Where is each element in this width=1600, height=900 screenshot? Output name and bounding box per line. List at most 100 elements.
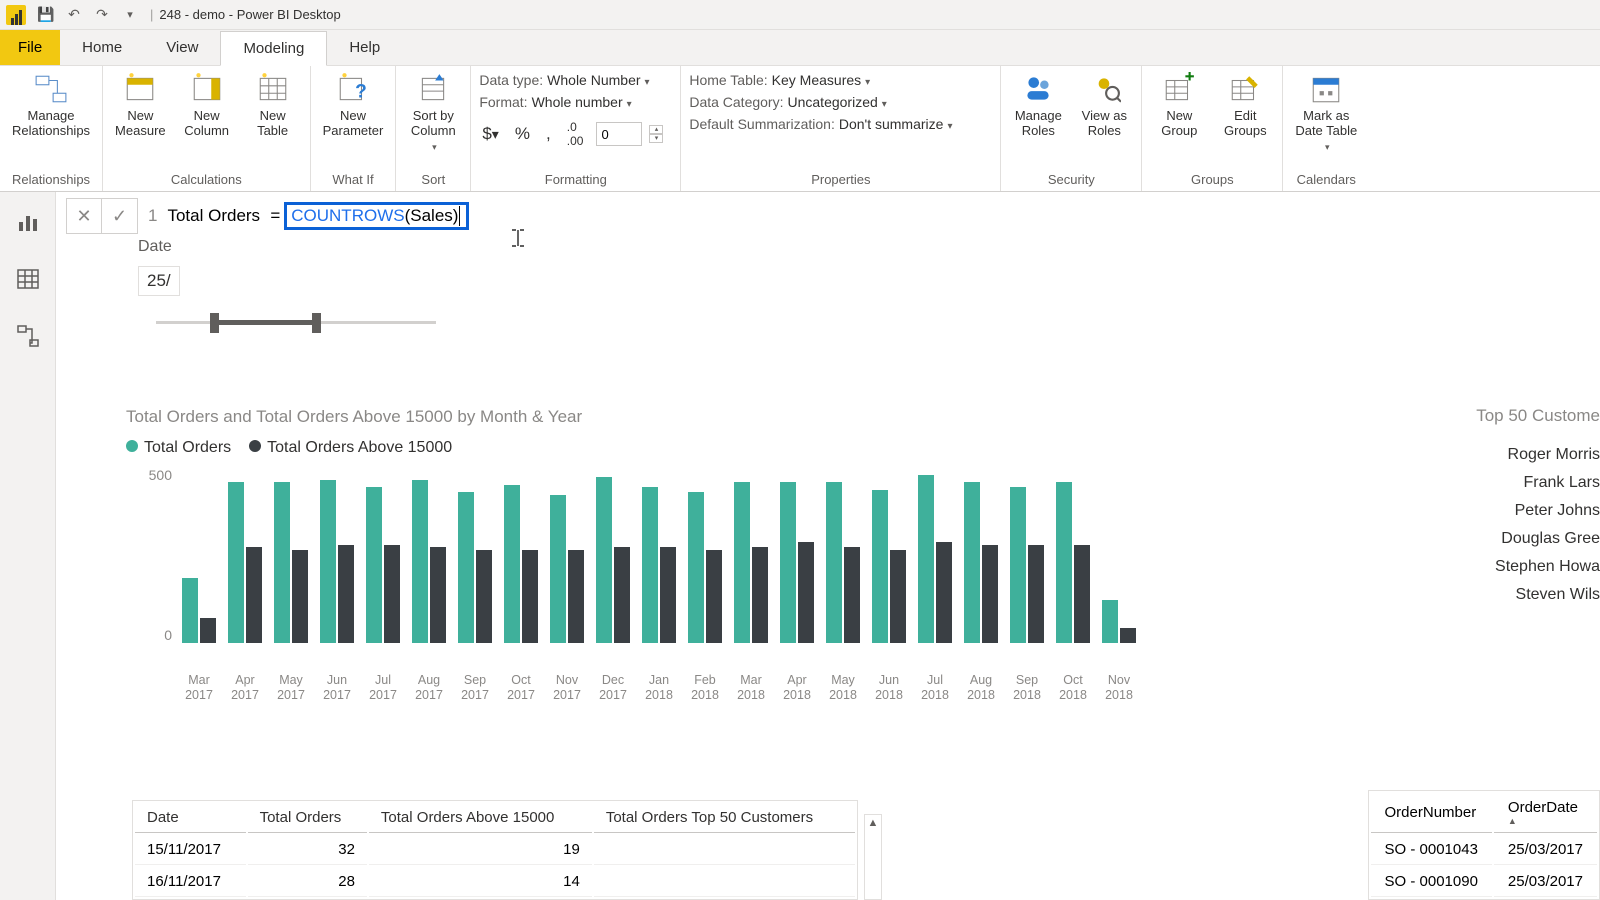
date-range-slider[interactable] <box>156 318 436 326</box>
tab-modeling[interactable]: Modeling <box>220 31 327 66</box>
new-parameter-button[interactable]: ?New Parameter <box>319 70 388 141</box>
report-canvas: ✕ ✓ 1 Total Orders = COUNTROWS( Sales ) … <box>56 192 1600 900</box>
bar-chart-visual[interactable]: Total Orders and Total Orders Above 1500… <box>126 407 1470 667</box>
tab-file[interactable]: File <box>0 30 60 65</box>
group-label-properties: Properties <box>689 170 992 189</box>
default-summarization-dropdown[interactable]: Default Summarization: Don't summarize <box>689 116 952 132</box>
bar-group <box>872 490 906 643</box>
dax-function: COUNTROWS <box>291 206 404 226</box>
new-measure-button[interactable]: New Measure <box>111 70 170 141</box>
svg-text:?: ? <box>355 82 367 103</box>
data-view-icon[interactable] <box>16 267 40 294</box>
edit-groups-button[interactable]: Edit Groups <box>1216 70 1274 141</box>
view-as-roles-button[interactable]: View as Roles <box>1075 70 1133 141</box>
group-label-formatting: Formatting <box>479 170 672 189</box>
top-customers-visual[interactable]: Top 50 Custome Roger MorrisFrank LarsPet… <box>1450 406 1600 614</box>
tab-home[interactable]: Home <box>60 30 144 65</box>
chevron-down-icon <box>430 139 437 154</box>
formula-cancel-button[interactable]: ✕ <box>66 198 102 234</box>
bar <box>826 482 842 643</box>
qat-dropdown-icon[interactable]: ▾ <box>116 1 144 29</box>
table-icon <box>256 72 290 106</box>
format-dropdown[interactable]: Format: Whole number <box>479 94 672 110</box>
data-category-dropdown[interactable]: Data Category: Uncategorized <box>689 94 952 110</box>
report-view-icon[interactable] <box>16 210 40 237</box>
manage-roles-button[interactable]: Manage Roles <box>1009 70 1067 141</box>
scroll-up-icon[interactable]: ▲ <box>868 817 879 829</box>
formula-input[interactable]: 1 Total Orders = COUNTROWS( Sales ) <box>148 202 469 230</box>
table-header[interactable]: Total Orders Above 15000 <box>369 803 592 833</box>
parameter-icon: ? <box>336 72 370 106</box>
decimals-spinner[interactable]: ▴▾ <box>649 125 663 143</box>
order-details-table-visual[interactable]: OrderNumberOrderDate▲ SO - 000104325/03/… <box>1368 790 1600 900</box>
slider-handle-start[interactable] <box>210 313 219 333</box>
slicer-value[interactable]: 25/ <box>138 266 180 296</box>
orders-table-visual[interactable]: DateTotal OrdersTotal Orders Above 15000… <box>132 800 858 900</box>
undo-icon[interactable]: ↶ <box>60 1 88 29</box>
bar <box>1056 482 1072 643</box>
formula-bar: ✕ ✓ 1 Total Orders = COUNTROWS( Sales ) <box>66 198 469 234</box>
percent-button[interactable]: % <box>512 124 533 144</box>
customer-name: Peter Johns <box>1450 502 1600 520</box>
table-header[interactable]: Total Orders <box>248 803 367 833</box>
bar <box>982 545 998 643</box>
save-icon[interactable]: 💾 <box>32 1 60 29</box>
sort-by-column-button[interactable]: Sort by Column <box>404 70 462 156</box>
bar-group <box>366 487 400 643</box>
data-type-dropdown[interactable]: Data type: Whole Number <box>479 72 672 88</box>
bar <box>430 547 446 643</box>
bar <box>246 547 262 643</box>
x-axis-label: Nov2017 <box>550 673 584 703</box>
redo-icon[interactable]: ↷ <box>88 1 116 29</box>
new-table-button[interactable]: New Table <box>244 70 302 141</box>
ribbon-group-sort: Sort by Column Sort <box>396 66 471 191</box>
tab-help[interactable]: Help <box>327 30 402 65</box>
table-header[interactable]: OrderNumber <box>1371 793 1492 833</box>
table-header[interactable]: Total Orders Top 50 Customers <box>594 803 855 833</box>
slider-handle-end[interactable] <box>312 313 321 333</box>
decimal-icon[interactable]: .0.00 <box>564 120 587 148</box>
tab-view[interactable]: View <box>144 30 220 65</box>
x-axis-label: Dec2017 <box>596 673 630 703</box>
decimals-input[interactable] <box>596 122 642 146</box>
bar <box>1120 628 1136 643</box>
chart-legend: Total Orders Total Orders Above 15000 <box>126 439 1470 457</box>
x-axis-label: Oct2018 <box>1056 673 1090 703</box>
mark-date-table-button[interactable]: Mark as Date Table <box>1291 70 1361 156</box>
table-scrollbar[interactable]: ▲ <box>864 814 882 900</box>
bar <box>320 480 336 643</box>
table-header[interactable]: Date <box>135 803 246 833</box>
model-view-icon[interactable] <box>16 324 40 351</box>
bar <box>182 578 198 643</box>
bar-group <box>734 482 768 643</box>
group-label-calendars: Calendars <box>1291 170 1361 189</box>
table-row[interactable]: 15/11/20173219 <box>135 835 855 865</box>
manage-relationships-button[interactable]: Manage Relationships <box>8 70 94 141</box>
customer-name: Douglas Gree <box>1450 530 1600 548</box>
legend-label-2: Total Orders Above 15000 <box>267 439 452 456</box>
table-header[interactable]: OrderDate▲ <box>1494 793 1597 833</box>
bar-group <box>1102 600 1136 643</box>
bar-group <box>964 482 998 643</box>
table-row[interactable]: SO - 000109025/03/2017 <box>1371 867 1597 897</box>
x-axis-label: Mar2018 <box>734 673 768 703</box>
thousands-button[interactable]: , <box>543 124 554 144</box>
x-axis-label: Jul2018 <box>918 673 952 703</box>
date-slicer[interactable]: Date 25/ <box>138 238 180 296</box>
home-table-dropdown[interactable]: Home Table: Key Measures <box>689 72 952 88</box>
formula-accept-button[interactable]: ✓ <box>102 198 138 234</box>
bar-group <box>826 482 860 643</box>
table-row[interactable]: 16/11/20172814 <box>135 867 855 897</box>
legend-swatch-1 <box>126 440 138 452</box>
table-row[interactable]: SO - 000104325/03/2017 <box>1371 835 1597 865</box>
bar-group <box>1056 482 1090 643</box>
ribbon-group-calendars: Mark as Date Table Calendars <box>1283 66 1369 191</box>
bar <box>706 550 722 643</box>
new-group-button[interactable]: New Group <box>1150 70 1208 141</box>
group-label-security: Security <box>1009 170 1133 189</box>
bar <box>1102 600 1118 643</box>
currency-button[interactable]: $▾ <box>479 124 502 144</box>
new-column-button[interactable]: New Column <box>178 70 236 141</box>
bar-group <box>458 492 492 643</box>
text-caret-icon <box>510 228 526 248</box>
